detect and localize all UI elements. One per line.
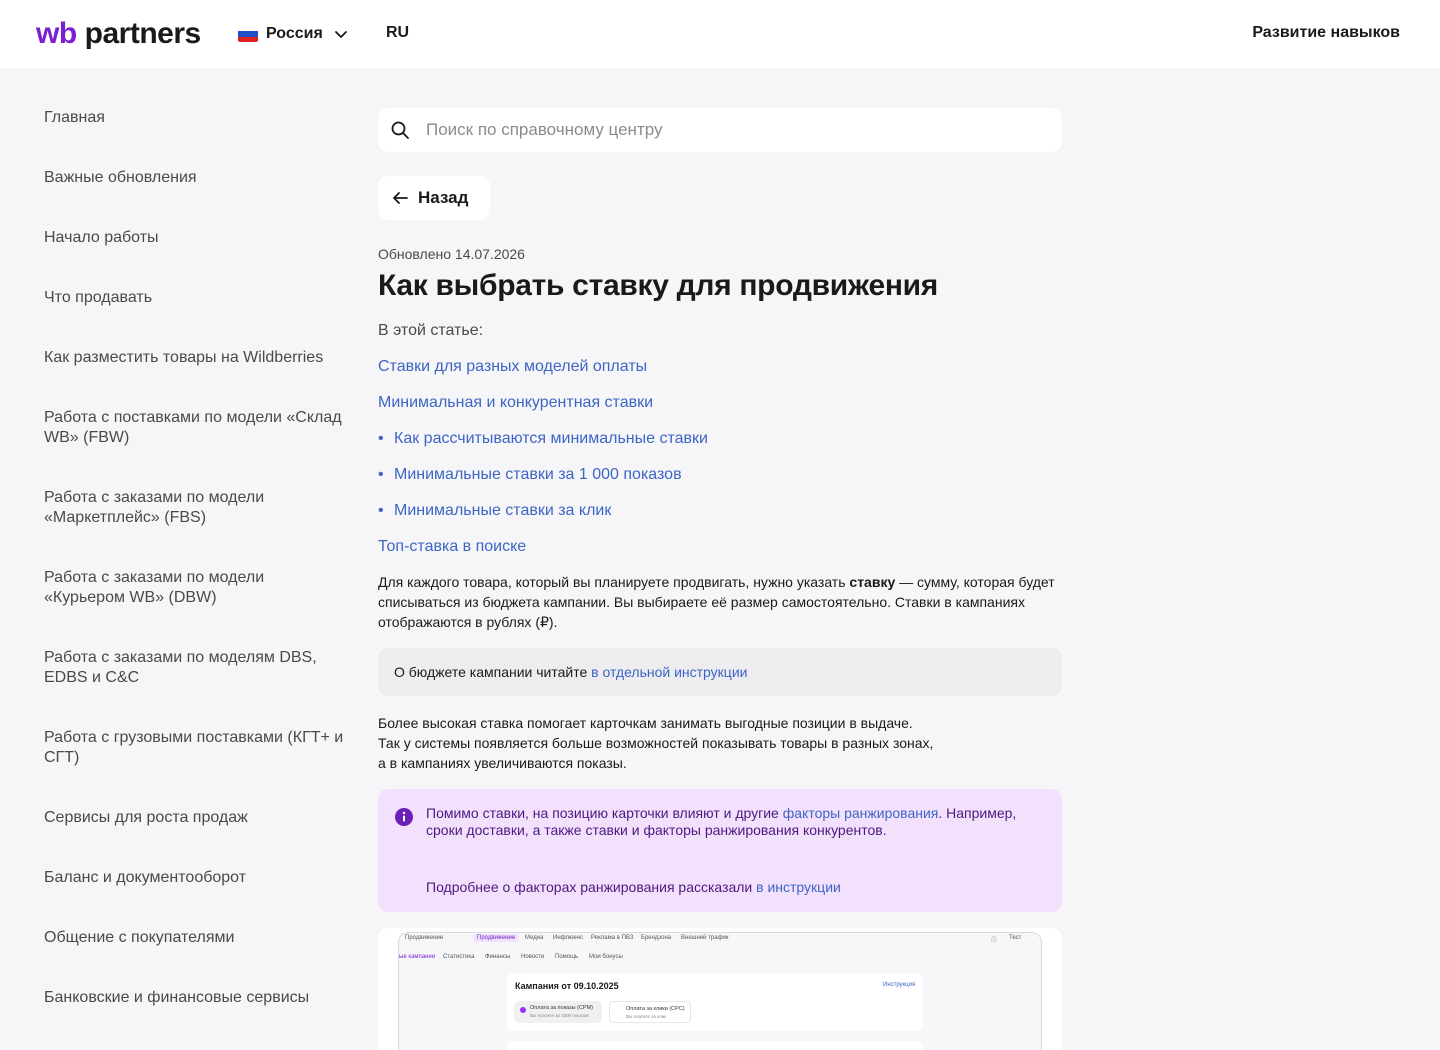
back-button-label: Назад bbox=[418, 188, 469, 207]
mini-second-card bbox=[507, 1041, 923, 1050]
sidebar-item-balance[interactable]: Баланс и документооборот bbox=[44, 868, 344, 888]
screenshot-frame: Продвижение Продвижение Медиа Инфлюенс Р… bbox=[398, 932, 1042, 1050]
info-text-c: Подробнее о факторах ранжирования расска… bbox=[426, 879, 757, 895]
ranking-factors-link[interactable]: факторы ранжирования bbox=[783, 805, 939, 821]
skills-link[interactable]: Развитие навыков bbox=[1252, 24, 1400, 42]
toc-heading: В этой статье: bbox=[378, 322, 484, 339]
higher-bid-line-3: а в кампаниях увеличиваются показы. bbox=[378, 755, 627, 771]
mini-subnav-help: Помощь bbox=[555, 954, 579, 960]
arrow-left-icon bbox=[393, 192, 408, 204]
sidebar-item-home[interactable]: Главная bbox=[44, 108, 344, 128]
sidebar-item-fbs[interactable]: Работа с заказами по модели «Маркетплейс… bbox=[44, 488, 344, 528]
info-callout-more: Подробнее о факторах ранжирования расска… bbox=[426, 879, 1046, 896]
mini-cpc-sub: Вы платите за клик bbox=[626, 1014, 667, 1019]
intro-paragraph: Для каждого товара, который вы планирует… bbox=[378, 572, 1058, 632]
info-icon bbox=[395, 808, 413, 826]
mini-cpc-title: Оплата за клики (CPC) bbox=[626, 1006, 685, 1012]
mini-help-icon: ⓘ bbox=[991, 938, 998, 944]
sidebar-item-what-to-sell[interactable]: Что продавать bbox=[44, 288, 344, 308]
mini-subnav-stats: Статистика bbox=[443, 954, 475, 960]
intro-text-a: Для каждого товара, который вы планирует… bbox=[378, 574, 850, 590]
search-icon bbox=[391, 121, 409, 139]
sidebar-item-fbw[interactable]: Работа с поставками по модели «Склад WB»… bbox=[44, 408, 344, 448]
russia-flag-icon bbox=[238, 26, 258, 42]
mini-campaign-card: Кампания от 09.10.2025 Инструкция Оплата… bbox=[507, 973, 923, 1031]
mini-nav-pvz: Реклама в ПВЗ bbox=[591, 935, 634, 941]
toc-link-min-calc[interactable]: Как рассчитываются минимальные ставки bbox=[378, 430, 708, 448]
mini-campaign-title: Кампания от 09.10.2025 bbox=[515, 981, 619, 991]
budget-note-text: О бюджете кампании читайте bbox=[394, 664, 592, 680]
back-button[interactable]: Назад bbox=[378, 176, 490, 220]
mini-subnav-campaigns: ые кампании bbox=[399, 954, 436, 960]
mini-subnav-bonuses: Мои бонусы bbox=[589, 954, 623, 960]
logo-partners: partners bbox=[84, 17, 202, 50]
logo-wb: wb bbox=[36, 17, 77, 50]
mini-instruction-link: Инструкция bbox=[883, 982, 916, 988]
higher-bid-line-1: Более высокая ставка помогает карточкам … bbox=[378, 715, 913, 731]
sidebar-item-place-products[interactable]: Как разместить товары на Wildberries bbox=[44, 348, 344, 368]
budget-instruction-link[interactable]: в отдельной инструкции bbox=[591, 664, 747, 680]
toc-link-min-per-click[interactable]: Минимальные ставки за клик bbox=[378, 502, 611, 520]
mini-option-cpm: Оплата за показы (CPM) Вы платите за 100… bbox=[514, 1001, 602, 1023]
sidebar-item-finance[interactable]: Банковские и финансовые сервисы bbox=[44, 988, 344, 1008]
mini-subnav-news: Новости bbox=[521, 954, 545, 960]
mini-cpm-sub: Вы платите за 1000 показов bbox=[530, 1013, 589, 1018]
sidebar-item-getting-started[interactable]: Начало работы bbox=[44, 228, 344, 248]
sidebar-item-dbs[interactable]: Работа с заказами по моделям DBS, EDBS и… bbox=[44, 648, 344, 688]
toc-link-min-per-1000[interactable]: Минимальные ставки за 1 000 показов bbox=[378, 466, 682, 484]
toc-link-min-competitive[interactable]: Минимальная и конкурентная ставки bbox=[378, 394, 653, 412]
mini-subnav-finance: Финансы bbox=[485, 954, 511, 960]
top-header: wb partners Россия RU Развитие навыков bbox=[0, 0, 1440, 68]
toc-link-payment-models[interactable]: Ставки для разных моделей оплаты bbox=[378, 358, 647, 376]
info-text-a: Помимо ставки, на позицию карточки влияю… bbox=[426, 805, 783, 821]
toc-link-top-bid[interactable]: Топ-ставка в поиске bbox=[378, 538, 526, 556]
mini-nav-promotion: Продвижение bbox=[405, 935, 444, 941]
sidebar-item-kgt[interactable]: Работа с грузовыми поставками (КГТ+ и СГ… bbox=[44, 728, 344, 768]
sidebar-item-updates[interactable]: Важные обновления bbox=[44, 168, 344, 188]
page-title: Как выбрать ставку для продвижения bbox=[378, 269, 938, 302]
country-label: Россия bbox=[266, 25, 323, 42]
mini-cpm-title: Оплата за показы (CPM) bbox=[530, 1005, 594, 1011]
article-screenshot: Продвижение Продвижение Медиа Инфлюенс Р… bbox=[378, 928, 1062, 1050]
higher-bid-line-2: Так у системы появляется больше возможно… bbox=[378, 735, 934, 751]
higher-bid-paragraph: Более высокая ставка помогает карточкам … bbox=[378, 713, 1058, 773]
search-input[interactable] bbox=[426, 108, 1046, 152]
mini-option-cpc: Оплата за клики (CPC) Вы платите за клик bbox=[609, 1001, 691, 1023]
chevron-down-icon bbox=[334, 31, 347, 38]
sidebar-item-growth-services[interactable]: Сервисы для роста продаж bbox=[44, 808, 344, 828]
updated-date: Обновлено 14.07.2026 bbox=[378, 246, 525, 262]
mini-radio-dot bbox=[520, 1007, 526, 1013]
sidebar-item-customers[interactable]: Общение с покупателями bbox=[44, 928, 344, 948]
country-selector[interactable]: Россия bbox=[238, 22, 349, 46]
search-bar bbox=[378, 108, 1062, 152]
language-selector[interactable]: RU bbox=[386, 24, 409, 42]
budget-note: О бюджете кампании читайте в отдельной и… bbox=[378, 648, 1062, 696]
mini-nav-influence: Инфлюенс bbox=[553, 935, 584, 941]
mini-nav-brandzone: Брендзона bbox=[641, 935, 672, 941]
mini-nav-media: Медиа bbox=[525, 935, 544, 941]
info-callout: Помимо ставки, на позицию карточки влияю… bbox=[378, 789, 1062, 912]
mini-user: Тест bbox=[1009, 935, 1022, 941]
sidebar-item-dbw[interactable]: Работа с заказами по модели «Курьером WB… bbox=[44, 568, 344, 608]
info-callout-text: Помимо ставки, на позицию карточки влияю… bbox=[426, 805, 1046, 839]
mini-nav-external: Внешний трафик bbox=[681, 935, 729, 941]
intro-text-bold: ставку bbox=[849, 574, 896, 590]
wb-partners-logo[interactable]: wb partners bbox=[36, 17, 201, 51]
ranking-instruction-link[interactable]: в инструкции bbox=[756, 879, 841, 895]
mini-tab-promotion: Продвижение bbox=[473, 934, 520, 942]
